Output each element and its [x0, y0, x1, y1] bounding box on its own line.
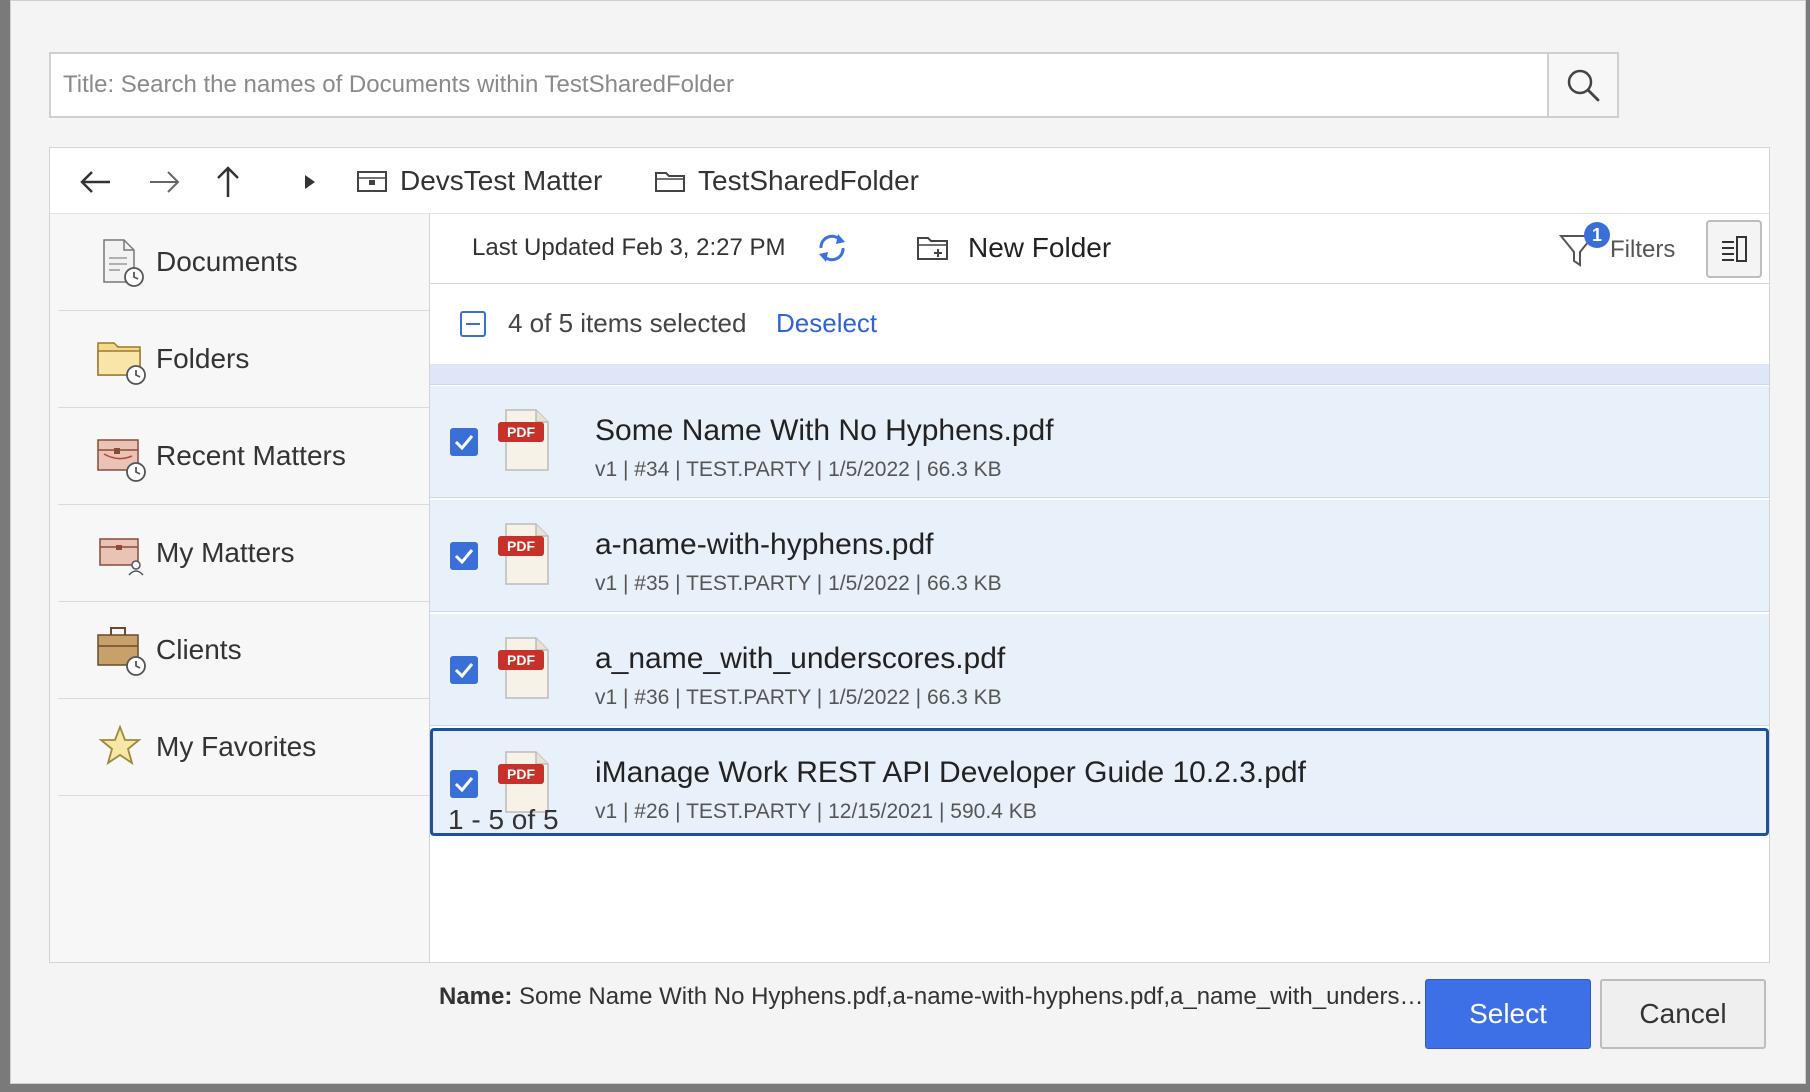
back-button[interactable] — [78, 164, 114, 200]
refresh-icon — [819, 234, 845, 262]
sidebar-item-recent-matters[interactable]: Recent Matters — [58, 408, 429, 505]
checkmark-icon — [454, 663, 474, 678]
file-list-area: Last Updated Feb 3, 2:27 PM New Folder 1… — [430, 214, 1769, 962]
file-name: a_name_with_underscores.pdf — [595, 642, 1006, 675]
breadcrumb-expand-button[interactable] — [292, 164, 328, 200]
row-checkbox[interactable] — [450, 428, 478, 456]
sidebar-item-folders[interactable]: Folders — [58, 311, 429, 408]
pdf-badge-text: PDF — [507, 766, 535, 782]
up-button[interactable] — [210, 164, 246, 200]
browser-panel: DevsTest Matter TestSharedFolder Documen… — [49, 147, 1770, 963]
sidebar-item-label: Clients — [156, 634, 242, 665]
refresh-button[interactable] — [812, 228, 852, 268]
filter-count-badge: 1 — [1584, 222, 1610, 248]
list-toolbar: Last Updated Feb 3, 2:27 PM New Folder 1… — [430, 214, 1769, 284]
pdf-badge-text: PDF — [507, 652, 535, 668]
last-updated-text: Last Updated Feb 3, 2:27 PM — [472, 234, 786, 261]
clients-icon — [97, 627, 146, 676]
selected-names: Name: Some Name With No Hyphens.pdf,a-na… — [439, 983, 1424, 1011]
pdf-icon: PDF — [498, 523, 549, 585]
matter-icon — [357, 171, 387, 192]
cancel-button[interactable]: Cancel — [1600, 979, 1766, 1049]
name-value: Some Name With No Hyphens.pdf,a-name-wit… — [519, 983, 1424, 1010]
pdf-badge-text: PDF — [507, 538, 535, 554]
file-name: iManage Work REST API Developer Guide 10… — [595, 756, 1306, 789]
search-bar — [49, 52, 1619, 118]
pdf-badge-text: PDF — [507, 424, 535, 440]
checkmark-icon — [454, 777, 474, 792]
star-icon — [98, 724, 142, 766]
breadcrumb-matter-label: DevsTest Matter — [400, 165, 603, 196]
sidebar-item-documents[interactable]: Documents — [58, 214, 429, 311]
sidebar-item-my-favorites[interactable]: My Favorites — [58, 699, 429, 796]
table-row[interactable]: PDF a-name-with-hyphens.pdf v1 | #35 | T… — [430, 500, 1769, 612]
table-row[interactable]: PDF a_name_with_underscores.pdf v1 | #36… — [430, 614, 1769, 726]
table-row-focused[interactable]: PDF iManage Work REST API Developer Guid… — [430, 728, 1769, 836]
row-checkbox[interactable] — [450, 542, 478, 570]
row-checkbox[interactable] — [450, 656, 478, 684]
selection-summary: 4 of 5 items selected — [508, 308, 747, 338]
arrow-up-icon — [217, 166, 239, 197]
breadcrumb-matter[interactable]: DevsTest Matter — [356, 162, 602, 200]
search-icon — [1567, 69, 1600, 102]
arrow-right-icon — [150, 171, 180, 193]
filters-button[interactable]: 1 Filters — [1558, 222, 1688, 272]
pagination-text: 1 - 5 of 5 — [448, 804, 559, 835]
new-folder-label: New Folder — [968, 232, 1112, 263]
recent-folders-icon — [97, 342, 146, 385]
file-meta: v1 | #36 | TEST.PARTY | 1/5/2022 | 66.3 … — [595, 686, 1002, 709]
filters-label: Filters — [1610, 236, 1676, 263]
details-pane-toggle[interactable] — [1706, 220, 1762, 278]
caret-right-icon — [305, 175, 315, 189]
search-button[interactable] — [1547, 54, 1617, 116]
breadcrumb-folder[interactable]: TestSharedFolder — [654, 162, 919, 200]
sidebar-item-label: My Favorites — [156, 731, 317, 762]
pdf-file: PDF — [496, 408, 556, 477]
breadcrumb-folder-label: TestSharedFolder — [698, 165, 920, 196]
new-folder-button[interactable]: New Folder — [916, 228, 1111, 268]
pdf-file: PDF — [496, 522, 556, 591]
file-name: a-name-with-hyphens.pdf — [595, 528, 934, 561]
minus-icon — [466, 323, 480, 325]
arrow-left-icon — [80, 171, 110, 193]
sidebar-item-label: Folders — [156, 343, 250, 374]
sidebar: Documents Folders Recent Matters My Matt… — [50, 214, 430, 962]
checkmark-icon — [454, 435, 474, 450]
sidebar-item-label: My Matters — [156, 537, 295, 568]
partial-select-checkbox[interactable] — [460, 311, 486, 337]
name-label: Name: — [439, 983, 513, 1010]
recent-documents-icon — [103, 239, 144, 287]
folder-icon — [655, 172, 685, 192]
selection-bar: 4 of 5 items selected Deselect — [430, 284, 1769, 364]
forward-button[interactable] — [146, 164, 182, 200]
search-input[interactable] — [51, 54, 1551, 116]
pdf-icon: PDF — [498, 637, 549, 699]
file-meta: v1 | #35 | TEST.PARTY | 1/5/2022 | 66.3 … — [595, 572, 1002, 595]
new-folder-icon — [917, 237, 948, 260]
file-name: Some Name With No Hyphens.pdf — [595, 414, 1054, 447]
row-checkbox[interactable] — [450, 770, 478, 798]
my-matters-icon — [99, 538, 144, 576]
list-header-strip — [430, 364, 1769, 385]
document-picker-dialog: DevsTest Matter TestSharedFolder — [10, 0, 1806, 1084]
table-row[interactable]: PDF Some Name With No Hyphens.pdf v1 | #… — [430, 386, 1769, 498]
navigation-bar: DevsTest Matter TestSharedFolder — [50, 148, 1769, 214]
deselect-link[interactable]: Deselect — [776, 308, 877, 339]
sidebar-item-clients[interactable]: Clients — [58, 602, 429, 699]
recent-matters-icon — [97, 439, 146, 482]
pdf-icon: PDF — [498, 409, 549, 471]
checkmark-icon — [454, 549, 474, 564]
sidebar-item-my-matters[interactable]: My Matters — [58, 505, 429, 602]
select-button[interactable]: Select — [1425, 979, 1591, 1049]
sidebar-item-label: Documents — [156, 246, 298, 277]
file-meta: v1 | #26 | TEST.PARTY | 12/15/2021 | 590… — [595, 800, 1037, 823]
sidebar-item-label: Recent Matters — [156, 440, 346, 471]
panel-layout-icon — [1722, 236, 1747, 262]
file-meta: v1 | #34 | TEST.PARTY | 1/5/2022 | 66.3 … — [595, 458, 1002, 481]
pdf-file: PDF — [496, 636, 556, 705]
